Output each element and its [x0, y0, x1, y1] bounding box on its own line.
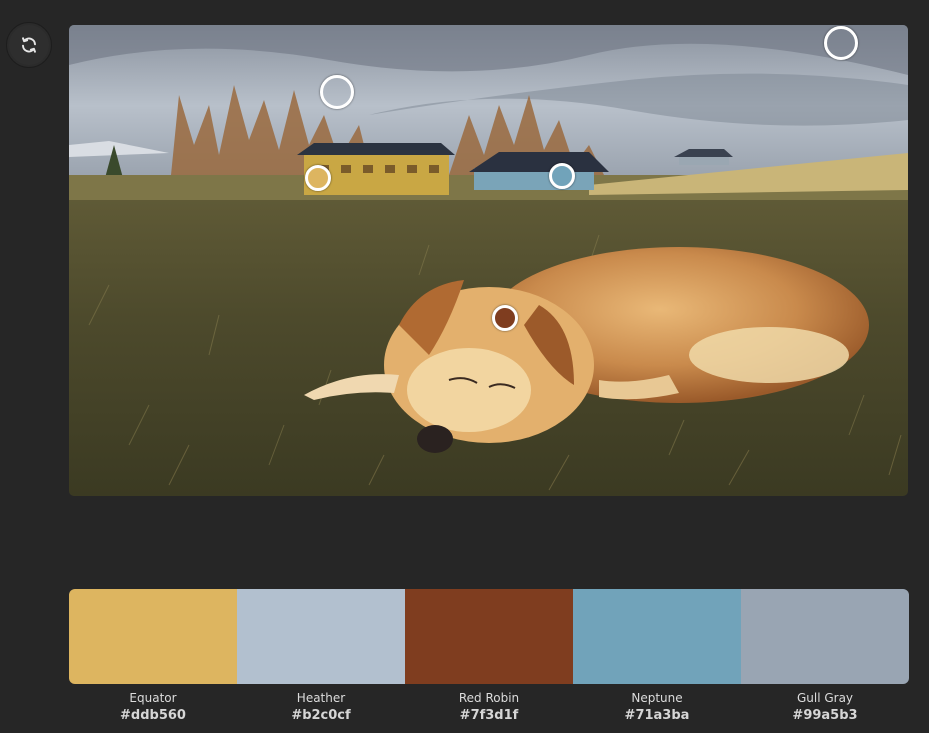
swatch-label-neptune: Neptune #71a3ba	[573, 690, 741, 725]
palette-labels: Equator #ddb560 Heather #b2c0cf Red Robi…	[69, 690, 909, 725]
color-picker-1[interactable]	[305, 165, 331, 191]
swatch-label-red-robin: Red Robin #7f3d1f	[405, 690, 573, 725]
color-name: Red Robin	[458, 691, 520, 705]
color-hex[interactable]: #ddb560	[69, 707, 237, 725]
color-picker-3[interactable]	[492, 305, 518, 331]
refresh-button[interactable]	[6, 22, 52, 68]
source-photo[interactable]	[69, 25, 908, 496]
color-palette	[69, 589, 909, 684]
color-hex[interactable]: #71a3ba	[573, 707, 741, 725]
swatch-label-heather: Heather #b2c0cf	[237, 690, 405, 725]
swatch-red-robin[interactable]	[405, 589, 573, 684]
color-picker-2[interactable]	[320, 75, 354, 109]
color-name: Heather	[296, 691, 346, 705]
swatch-equator[interactable]	[69, 589, 237, 684]
refresh-icon	[20, 36, 38, 54]
color-name: Equator	[129, 691, 177, 705]
swatch-neptune[interactable]	[573, 589, 741, 684]
color-name: Neptune	[631, 691, 683, 705]
swatch-label-equator: Equator #ddb560	[69, 690, 237, 725]
color-name: Gull Gray	[796, 691, 854, 705]
color-hex[interactable]: #b2c0cf	[237, 707, 405, 725]
swatch-heather[interactable]	[237, 589, 405, 684]
color-hex[interactable]: #99a5b3	[741, 707, 909, 725]
photo-dog-in-field	[69, 25, 908, 496]
swatch-label-gull-gray: Gull Gray #99a5b3	[741, 690, 909, 725]
swatch-gull-gray[interactable]	[741, 589, 909, 684]
color-picker-5[interactable]	[824, 26, 858, 60]
color-picker-4[interactable]	[549, 163, 575, 189]
color-hex[interactable]: #7f3d1f	[405, 707, 573, 725]
